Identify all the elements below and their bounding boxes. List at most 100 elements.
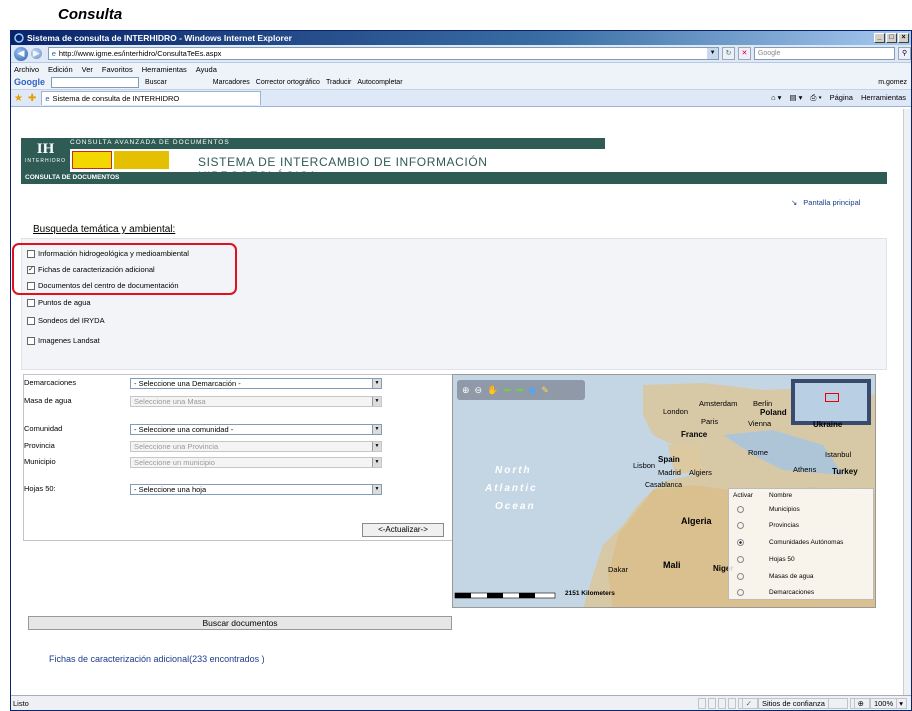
map-label: Athens [793, 465, 817, 474]
masa-label: Masa de agua [24, 396, 72, 405]
layer-name: Municipios [769, 506, 800, 513]
demarcacion-select[interactable]: - Seleccione una Demarcación - ▼ [130, 378, 382, 389]
chevron-down-icon: ▼ [372, 397, 381, 406]
zoom-in-icon[interactable]: ⊕ [462, 385, 470, 396]
pan-icon[interactable]: ✋ [487, 385, 498, 396]
favorites-star-icon[interactable]: ★ [14, 93, 23, 104]
checkbox[interactable] [27, 336, 35, 345]
comunidad-label: Comunidad [24, 424, 63, 433]
info-icon[interactable]: ✎ [541, 385, 549, 396]
checkbox[interactable] [27, 298, 35, 307]
site-header: IH INTERHIDRO CONSULTA AVANZADA DE DOCUME… [21, 138, 605, 183]
layer-radio[interactable] [737, 573, 744, 580]
map-label: Dakar [608, 565, 629, 574]
map-label: Lisbon [633, 461, 656, 470]
globe-icon[interactable]: ◉ [528, 385, 536, 396]
layer-radio[interactable] [737, 506, 744, 513]
add-favorites-icon[interactable]: ✚ [28, 93, 36, 104]
chevron-down-icon: ▼ [372, 379, 381, 388]
herramientas-menu[interactable]: Herramientas [861, 93, 906, 103]
header-banner: SISTEMA DE INTERCAMBIO DE INFORMACIÓN HI… [70, 149, 605, 183]
back-icon[interactable]: ◀ [14, 46, 28, 61]
menu-herramientas[interactable]: Herramientas [142, 65, 187, 74]
checkbox-label: Imagenes Landsat [38, 336, 100, 345]
provincia-select: Seleccione una Provincia ▼ [130, 441, 382, 452]
tab-row: ★ ✚ e Sistema de consulta de INTERHIDRO … [11, 90, 911, 107]
map-label: London [663, 407, 689, 416]
minimize-button[interactable]: _ [874, 33, 885, 43]
google-traducir-button[interactable]: Traducir [326, 79, 351, 86]
layer-name: Provincias [769, 522, 799, 529]
layer-name: Hojas 50 [769, 556, 795, 563]
google-logo: Google [14, 77, 45, 87]
header-top-text: CONSULTA AVANZADA DE DOCUMENTOS [70, 139, 230, 146]
zoom-level[interactable]: ⊕ 100% ▾ [849, 697, 907, 709]
checkbox-label: Puntos de agua [38, 298, 91, 307]
layer-radio[interactable] [737, 556, 744, 563]
overview-box [825, 393, 839, 402]
search-input[interactable]: Google [753, 47, 896, 60]
google-corrector-button[interactable]: Corrector ortográfico [256, 79, 320, 86]
checkbox[interactable] [27, 316, 35, 325]
actualizar-button[interactable]: <-Actualizar-> [362, 523, 444, 537]
google-buscar-button[interactable]: Buscar [145, 79, 167, 86]
print-icon[interactable]: ⎙ ▾ [810, 93, 821, 103]
layer-name: Masas de agua [769, 573, 814, 580]
result-link[interactable]: Fichas de caracterización adicional(233 … [49, 654, 265, 664]
title-bar: Sistema de consulta de INTERHIDRO - Wind… [11, 31, 911, 45]
layer-radio[interactable] [737, 589, 744, 596]
check-icon: ✓ [741, 697, 758, 709]
menu-edicion[interactable]: Edición [48, 65, 73, 74]
home-icon[interactable]: ⌂ ▾ [771, 93, 781, 103]
menu-ayuda[interactable]: Ayuda [196, 65, 217, 74]
status-bar: Listo ✓ Sitios de confianza ⊕ 100% ▾ [11, 695, 911, 710]
checkbox-item[interactable]: Puntos de agua [27, 298, 91, 307]
layer-radio-selected[interactable] [737, 539, 744, 546]
ie-page-icon: e [45, 94, 50, 103]
maximize-button[interactable]: □ [886, 33, 897, 43]
close-button[interactable]: × [898, 33, 909, 43]
map-label: Paris [701, 417, 719, 426]
pagina-menu[interactable]: Página [830, 93, 853, 103]
municipio-select: Seleccione un municipio ▼ [130, 457, 382, 468]
address-bar[interactable]: e http://www.igme.es/interhidro/Consulta… [47, 47, 720, 60]
tab-label: Sistema de consulta de INTERHIDRO [52, 94, 180, 103]
menu-archivo[interactable]: Archivo [14, 65, 39, 74]
menu-bar: Archivo Edición Ver Favoritos Herramient… [11, 63, 911, 75]
tab-interhidro[interactable]: e Sistema de consulta de INTERHIDRO [41, 91, 262, 105]
map-label: France [681, 430, 708, 439]
layer-radio[interactable] [737, 522, 744, 529]
map-label: Algiers [689, 468, 712, 477]
checkbox-item[interactable]: Imagenes Landsat [27, 336, 100, 345]
google-search-input[interactable] [51, 76, 139, 88]
checkbox-label: Sondeos del IRYDA [38, 316, 105, 325]
address-dropdown-icon[interactable]: ▼ [707, 48, 719, 59]
forward-icon[interactable]: ▶ [30, 48, 42, 59]
vertical-scrollbar[interactable] [903, 109, 911, 695]
comunidad-select[interactable]: - Seleccione una comunidad - ▼ [130, 424, 382, 435]
status-cell [697, 697, 706, 709]
menu-favoritos[interactable]: Favoritos [102, 65, 133, 74]
checkbox-item[interactable]: Sondeos del IRYDA [27, 316, 105, 325]
back-arrow-icon[interactable]: ⬅ [503, 385, 511, 396]
feeds-icon[interactable]: ▤ ▾ [789, 93, 802, 103]
refresh-icon[interactable]: ↻ [722, 47, 736, 60]
map-viewer[interactable]: ⊕ ⊖ ✋ ⬅ ➡ ◉ ✎ London Amsterdam Berlin Po… [452, 374, 876, 608]
buscar-documentos-button[interactable]: Buscar documentos [28, 616, 452, 630]
google-marcadores-button[interactable]: Marcadores [213, 79, 250, 86]
overview-map[interactable] [791, 379, 871, 425]
forward-arrow-icon[interactable]: ➡ [516, 385, 524, 396]
hojas-label: Hojas 50: [24, 484, 56, 493]
zoom-out-icon[interactable]: ⊖ [475, 385, 483, 396]
google-autocompletar-button[interactable]: Autocompletar [357, 79, 402, 86]
page-caption: Consulta [58, 6, 123, 23]
menu-ver[interactable]: Ver [82, 65, 93, 74]
stop-icon[interactable]: ✕ [738, 47, 751, 60]
hojas-select[interactable]: - Seleccione una hoja ▼ [130, 484, 382, 495]
google-user[interactable]: m.gomez [878, 79, 911, 86]
pantalla-principal-link[interactable]: ↘ Pantalla principal [791, 198, 860, 207]
google-toolbar: Google Buscar Marcadores Corrector ortog… [11, 75, 911, 90]
pantalla-label: Pantalla principal [803, 198, 861, 207]
search-icon[interactable]: ⚲ [898, 47, 911, 60]
map-label: Mali [663, 560, 681, 570]
